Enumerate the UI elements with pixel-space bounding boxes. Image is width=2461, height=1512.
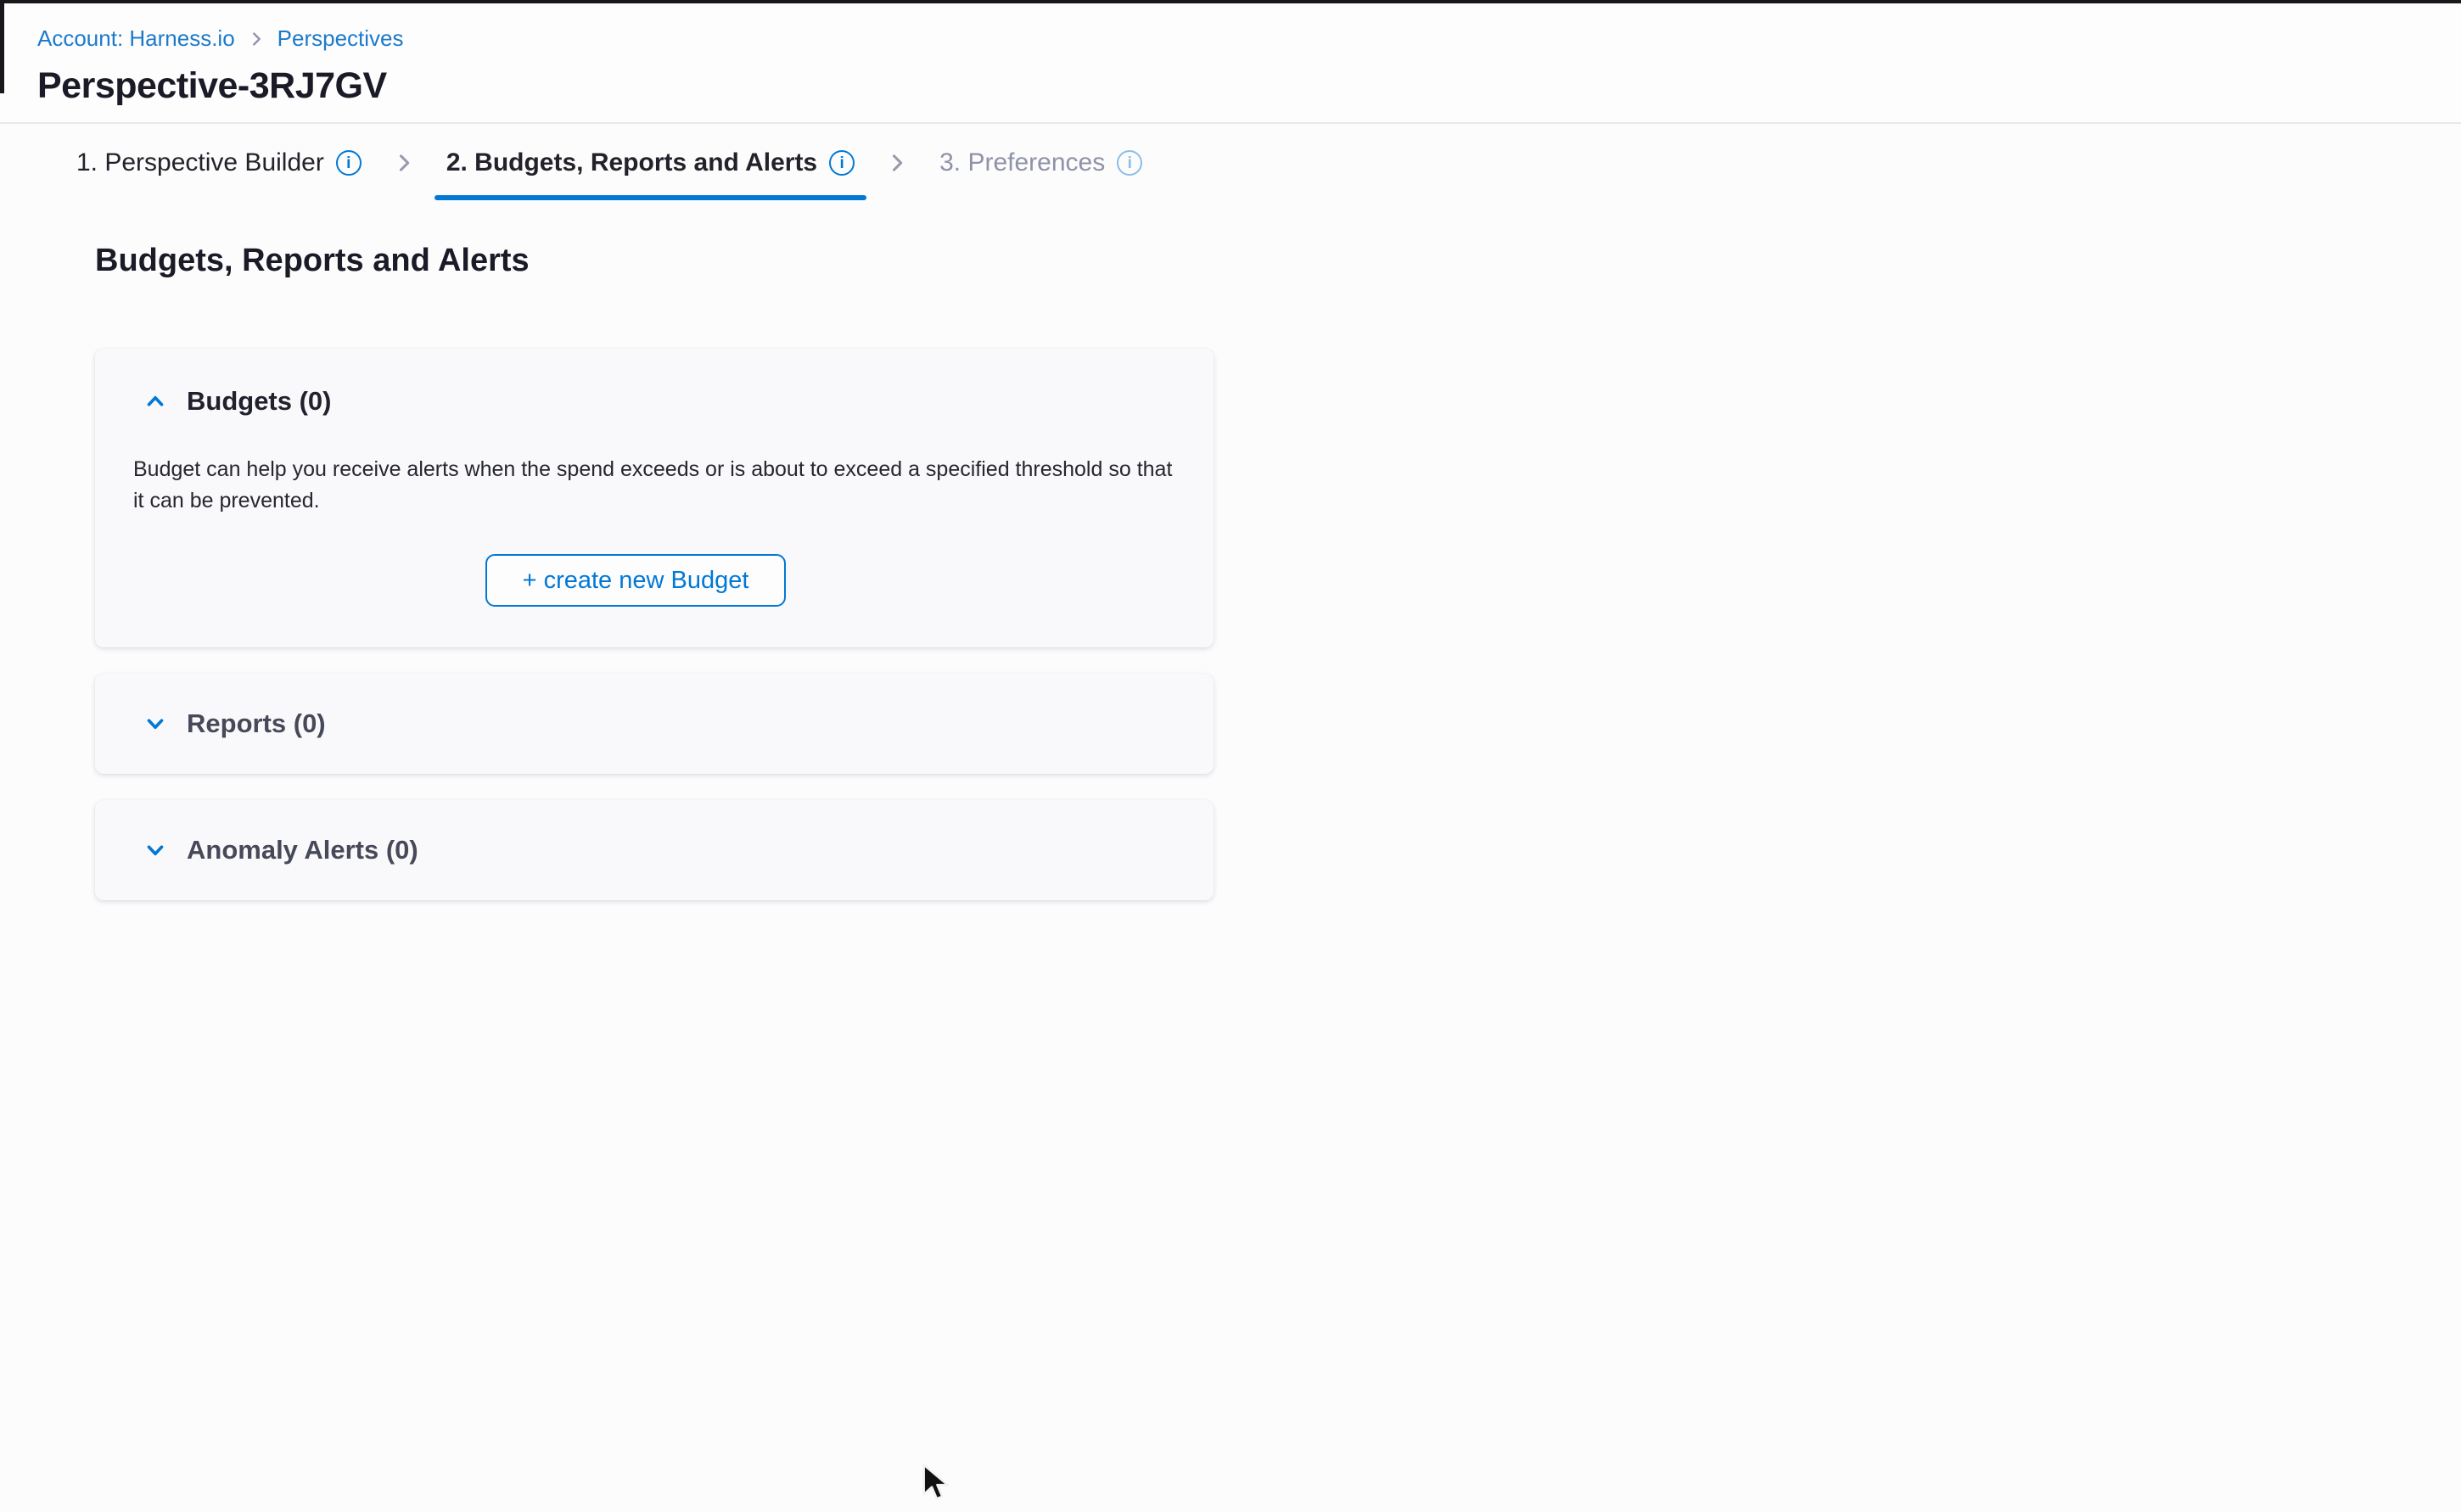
chevron-down-icon[interactable] [143,837,168,863]
budgets-card-title: Budgets (0) [187,386,332,417]
breadcrumb-perspectives-link[interactable]: Perspectives [277,25,404,52]
budgets-description: Budget can help you receive alerts when … [133,454,1176,517]
tab-budgets-reports-alerts[interactable]: 2. Budgets, Reports and Alerts i [434,124,866,202]
info-icon[interactable]: i [336,150,362,176]
chevron-up-icon[interactable] [143,389,168,414]
anomaly-alerts-card-title: Anomaly Alerts (0) [187,835,418,865]
app-window: Account: Harness.io Perspectives Perspec… [0,0,2461,1512]
window-edge-left [0,0,4,93]
chevron-right-icon [866,124,928,202]
budgets-card-header[interactable]: Budgets (0) [95,386,1176,417]
mouse-cursor-icon [922,1463,956,1508]
tab-preferences[interactable]: 3. Preferences i [928,124,1154,202]
tab-label: 3. Preferences [939,148,1105,177]
create-new-budget-button[interactable]: + create new Budget [485,554,787,607]
reports-card: Reports (0) [95,674,1214,774]
chevron-right-icon [247,30,266,48]
chevron-down-icon[interactable] [143,711,168,736]
reports-card-title: Reports (0) [187,708,326,739]
page-header: Account: Harness.io Perspectives Perspec… [0,0,2461,124]
breadcrumb: Account: Harness.io Perspectives [37,25,2461,52]
tab-perspective-builder[interactable]: 1. Perspective Builder i [64,124,373,202]
info-icon[interactable]: i [1117,150,1142,176]
anomaly-alerts-card: Anomaly Alerts (0) [95,800,1214,900]
section-heading: Budgets, Reports and Alerts [95,243,2461,279]
reports-card-header[interactable]: Reports (0) [95,708,326,739]
wizard-steps: 1. Perspective Builder i 2. Budgets, Rep… [64,124,2461,202]
anomaly-alerts-card-header[interactable]: Anomaly Alerts (0) [95,835,418,865]
window-edge-top [0,0,2461,3]
main-content: Budgets, Reports and Alerts Budgets (0) … [0,202,2461,900]
page-title: Perspective-3RJ7GV [37,65,2461,107]
chevron-right-icon [373,124,434,202]
info-icon[interactable]: i [829,150,855,176]
budgets-card: Budgets (0) Budget can help you receive … [95,349,1214,647]
breadcrumb-account-link[interactable]: Account: Harness.io [37,25,235,52]
tab-label: 2. Budgets, Reports and Alerts [446,148,817,177]
tab-label: 1. Perspective Builder [76,148,324,177]
